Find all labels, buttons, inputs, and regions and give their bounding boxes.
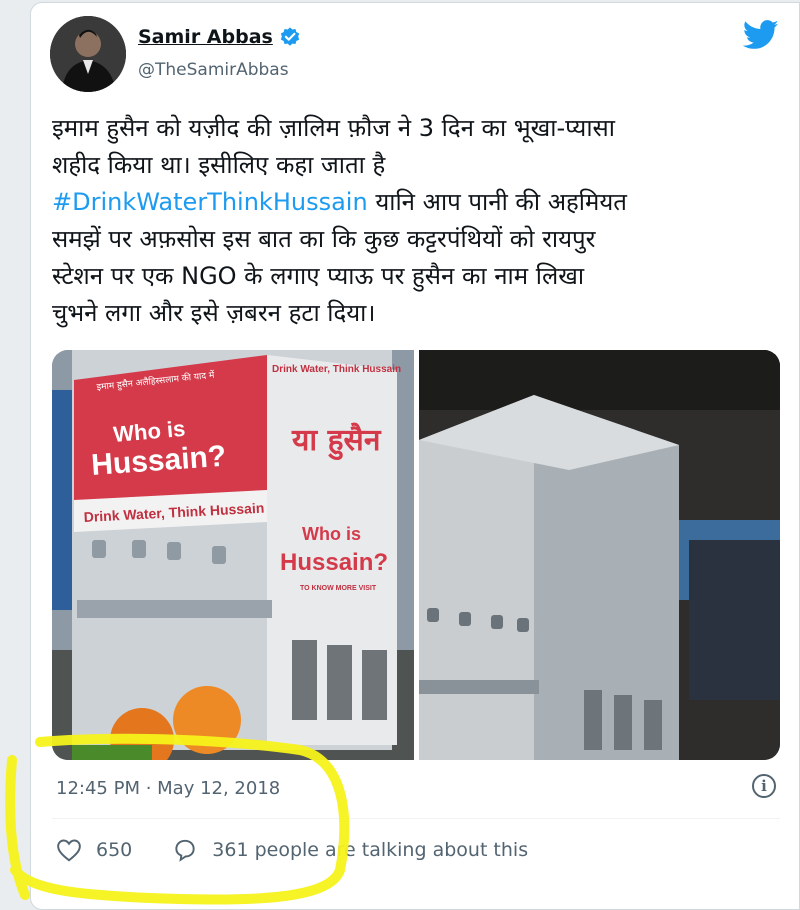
photo-water-cooler-banner[interactable]: इमाम हुसैन अलैहिस्सलाम की याद में Who is… — [52, 350, 414, 760]
like-count[interactable]: 650 — [96, 839, 132, 861]
tweet-timestamp[interactable]: 12:45 PM · May 12, 2018 — [56, 778, 280, 799]
divider — [52, 818, 780, 819]
verified-badge-icon — [280, 27, 300, 46]
cooler-with-banner-image: इमाम हुसैन अलैहिस्सलाम की याद में Who is… — [52, 350, 414, 760]
tweet-line: स्टेशन पर एक NGO के लगाए प्याऊ पर हुसैन … — [52, 262, 585, 290]
heart-icon[interactable] — [56, 838, 82, 862]
avatar[interactable] — [50, 16, 126, 92]
hashtag-link[interactable]: #DrinkWaterThinkHussain — [52, 188, 368, 216]
author-name[interactable]: Samir Abbas — [138, 26, 273, 48]
reply-bubble-icon[interactable] — [172, 838, 198, 862]
tweet-line: #DrinkWaterThinkHussain यानि आप पानी की … — [52, 184, 792, 221]
tweet-line: चुभने लगा और इसे ज़बरन हटा दिया। — [52, 299, 376, 327]
side-hindi-text: या हुसैन — [291, 422, 382, 461]
author-row: Samir Abbas — [138, 26, 301, 48]
media-grid: इमाम हुसैन अलैहिस्सलाम की याद में Who is… — [52, 350, 780, 760]
side-top-text: Drink Water, Think Hussain — [272, 364, 401, 375]
tweet-line: इमाम हुसैन को यज़ीद की ज़ालिम फ़ौज ने 3 … — [52, 114, 615, 142]
conversation-link[interactable]: 361 people are talking about this — [212, 839, 528, 861]
plain-cooler-image — [419, 350, 780, 760]
tweet-line: समझें पर अफ़सोस इस बात का कि कुछ कट्टरपं… — [52, 225, 596, 253]
tweet-text: इमाम हुसैन को यज़ीद की ज़ालिम फ़ौज ने 3 … — [52, 110, 792, 332]
tweet-line: शहीद किया था। इसीलिए कहा जाता है — [52, 151, 386, 179]
twitter-bird-icon[interactable] — [743, 20, 779, 50]
author-handle[interactable]: @TheSamirAbbas — [138, 60, 289, 80]
info-icon[interactable]: i — [752, 774, 776, 798]
side-headline-1: Who is — [302, 524, 361, 544]
photo-water-cooler-plain[interactable] — [419, 350, 780, 760]
side-small-text: TO KNOW MORE VISIT — [300, 585, 377, 592]
avatar-photo — [50, 16, 126, 92]
tweet-line-tail: यानि आप पानी की अहमियत — [367, 188, 627, 216]
engagement-bar: 650 361 people are talking about this — [56, 838, 528, 862]
side-headline-2: Hussain? — [280, 549, 388, 576]
